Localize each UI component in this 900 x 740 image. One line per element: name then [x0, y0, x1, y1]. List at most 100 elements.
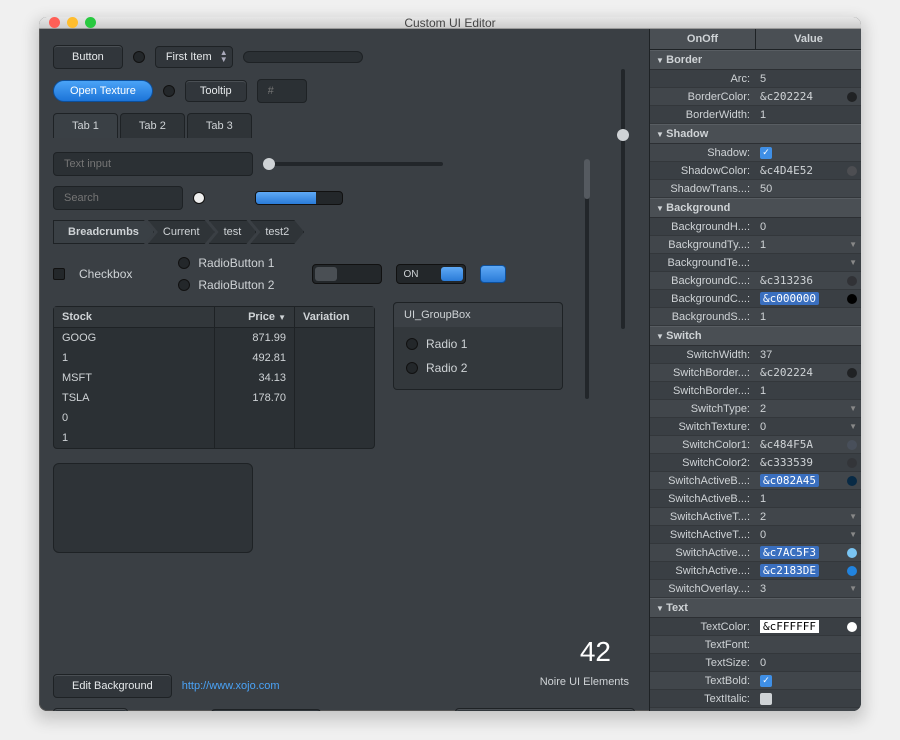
- vertical-scrollbar[interactable]: [585, 159, 589, 399]
- prop-row[interactable]: SwitchColor1:&c484F5A: [650, 436, 861, 454]
- switch-off[interactable]: [312, 264, 382, 284]
- tab-2[interactable]: Tab 2: [120, 113, 185, 138]
- prop-row[interactable]: SwitchActive...:&c2183DE: [650, 562, 861, 580]
- col-stock[interactable]: Stock: [54, 307, 214, 327]
- prop-row[interactable]: BackgroundH...:0: [650, 218, 861, 236]
- color-swatch-icon[interactable]: [847, 458, 857, 468]
- prop-row[interactable]: BackgroundC...:&c000000: [650, 290, 861, 308]
- tab-1[interactable]: Tab 1: [53, 113, 118, 138]
- prop-row[interactable]: SwitchOverlay...:3▼: [650, 580, 861, 598]
- mini-slider[interactable]: [243, 51, 363, 63]
- first-item-select[interactable]: First Item▲▼: [155, 46, 233, 68]
- color-swatch-icon[interactable]: [847, 476, 857, 486]
- prop-row[interactable]: BorderWidth:1: [650, 106, 861, 124]
- section-border[interactable]: Border: [650, 50, 861, 70]
- table-row[interactable]: 1: [54, 428, 374, 448]
- section-switch[interactable]: Switch: [650, 326, 861, 346]
- checkbox[interactable]: [53, 268, 65, 280]
- prop-row[interactable]: SwitchActive...:&c7AC5F3: [650, 544, 861, 562]
- prop-row[interactable]: BorderColor:&c202224: [650, 88, 861, 106]
- text-input[interactable]: [53, 152, 253, 176]
- to-xml-button[interactable]: To XML: [53, 708, 128, 711]
- radio-icon[interactable]: [133, 51, 145, 63]
- edit-background-button[interactable]: Edit Background: [53, 674, 172, 698]
- switch-on[interactable]: ON: [396, 264, 466, 284]
- color-swatch-icon[interactable]: [847, 368, 857, 378]
- prop-row[interactable]: SwitchActiveT...:0▼: [650, 526, 861, 544]
- search-clear-icon[interactable]: [193, 192, 205, 204]
- section-background[interactable]: Background: [650, 198, 861, 218]
- tab-3[interactable]: Tab 3: [187, 113, 252, 138]
- table-row[interactable]: 0: [54, 408, 374, 428]
- prop-row[interactable]: SwitchActiveB...:1: [650, 490, 861, 508]
- prop-row[interactable]: TextUnderline:: [650, 708, 861, 711]
- vertical-slider-a[interactable]: [621, 69, 625, 329]
- prop-row[interactable]: SwitchActiveT...:2▼: [650, 508, 861, 526]
- prop-row[interactable]: SwitchType:2▼: [650, 400, 861, 418]
- prop-row[interactable]: SwitchBorder...:&c202224: [650, 364, 861, 382]
- col-onoff[interactable]: OnOff: [650, 29, 756, 49]
- col-variation[interactable]: Variation: [294, 307, 374, 327]
- horizontal-slider[interactable]: [263, 162, 443, 166]
- color-swatch-button[interactable]: [480, 265, 506, 283]
- hash-input[interactable]: [257, 79, 307, 103]
- prop-row[interactable]: ShadowTrans...:50: [650, 180, 861, 198]
- color-swatch-icon[interactable]: [847, 294, 857, 304]
- checkbox-icon[interactable]: ✓: [760, 147, 772, 159]
- gb-radio-2[interactable]: [406, 362, 418, 374]
- chevron-down-icon[interactable]: ▼: [849, 530, 857, 539]
- checkbox-icon[interactable]: [760, 693, 772, 705]
- radio-icon[interactable]: [163, 85, 175, 97]
- chevron-down-icon[interactable]: ▼: [849, 258, 857, 267]
- prop-row[interactable]: TextColor:&cFFFFFF: [650, 618, 861, 636]
- col-price[interactable]: Price ▼: [214, 307, 294, 327]
- chevron-down-icon[interactable]: ▼: [849, 240, 857, 249]
- export-button[interactable]: Export UI_OnOff code: [455, 708, 635, 711]
- open-texture-button[interactable]: Open Texture: [53, 80, 153, 102]
- color-swatch-icon[interactable]: [847, 92, 857, 102]
- prop-row[interactable]: TextBold:✓: [650, 672, 861, 690]
- checkbox-icon[interactable]: [760, 711, 772, 712]
- style-select[interactable]: ▲▼: [211, 709, 321, 711]
- section-text[interactable]: Text: [650, 598, 861, 618]
- prop-row[interactable]: BackgroundTy...:1▼: [650, 236, 861, 254]
- table-row[interactable]: TSLA178.70: [54, 388, 374, 408]
- image-well[interactable]: [53, 463, 253, 553]
- table-row[interactable]: 1492.81: [54, 348, 374, 368]
- prop-row[interactable]: Shadow:✓: [650, 144, 861, 162]
- prop-row[interactable]: SwitchWidth:37: [650, 346, 861, 364]
- radio-1[interactable]: [178, 257, 190, 269]
- section-shadow[interactable]: Shadow: [650, 124, 861, 144]
- table-row[interactable]: GOOG871.99: [54, 328, 374, 348]
- xojo-link[interactable]: http://www.xojo.com: [182, 680, 280, 692]
- table-row[interactable]: MSFT34.13: [54, 368, 374, 388]
- chevron-down-icon[interactable]: ▼: [849, 584, 857, 593]
- tooltip-button[interactable]: Tooltip: [185, 80, 247, 102]
- checkbox-icon[interactable]: ✓: [760, 675, 772, 687]
- prop-row[interactable]: TextItalic:: [650, 690, 861, 708]
- crumb-test2[interactable]: test2: [250, 220, 304, 244]
- prop-row[interactable]: TextFont:: [650, 636, 861, 654]
- col-value[interactable]: Value: [756, 29, 861, 49]
- color-swatch-icon[interactable]: [847, 622, 857, 632]
- prop-row[interactable]: BackgroundS...:1: [650, 308, 861, 326]
- prop-row[interactable]: TextSize:0: [650, 654, 861, 672]
- color-swatch-icon[interactable]: [847, 548, 857, 558]
- color-swatch-icon[interactable]: [847, 276, 857, 286]
- prop-row[interactable]: Arc:5: [650, 70, 861, 88]
- crumb-test[interactable]: test: [209, 220, 257, 244]
- color-swatch-icon[interactable]: [847, 440, 857, 450]
- crumb-root[interactable]: Breadcrumbs: [53, 220, 154, 244]
- prop-row[interactable]: BackgroundTe...:▼: [650, 254, 861, 272]
- search-input[interactable]: [53, 186, 183, 210]
- radio-2[interactable]: [178, 279, 190, 291]
- crumb-current[interactable]: Current: [148, 220, 215, 244]
- prop-row[interactable]: BackgroundC...:&c313236: [650, 272, 861, 290]
- chevron-down-icon[interactable]: ▼: [849, 512, 857, 521]
- chevron-down-icon[interactable]: ▼: [849, 422, 857, 431]
- prop-row[interactable]: SwitchColor2:&c333539: [650, 454, 861, 472]
- color-swatch-icon[interactable]: [847, 166, 857, 176]
- color-swatch-icon[interactable]: [847, 566, 857, 576]
- gb-radio-1[interactable]: [406, 338, 418, 350]
- prop-row[interactable]: SwitchActiveB...:&c082A45: [650, 472, 861, 490]
